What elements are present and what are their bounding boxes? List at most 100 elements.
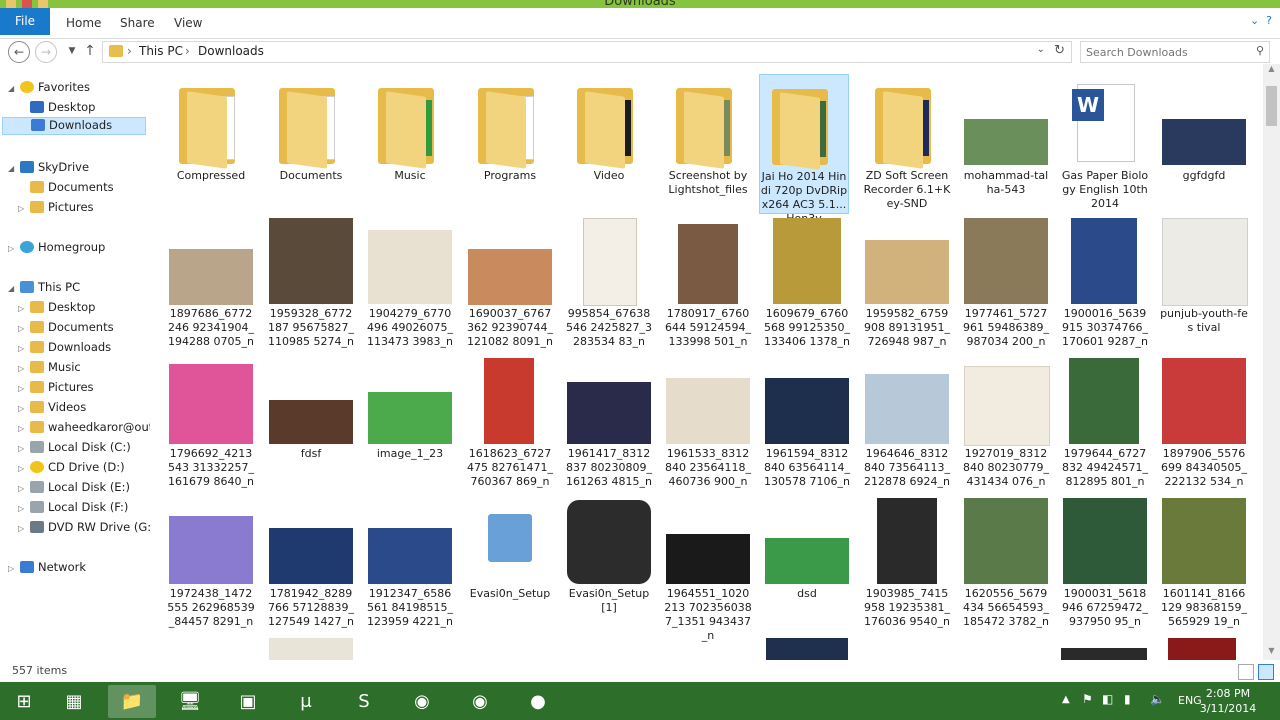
nav-item-pc-downloads[interactable]: ▷ Downloads bbox=[18, 340, 111, 358]
nav-group-skydrive[interactable]: ◢ SkyDrive bbox=[8, 160, 89, 178]
search-box[interactable]: ⚲ bbox=[1080, 41, 1270, 63]
nav-item-skydrive-documents[interactable]: Documents bbox=[18, 180, 114, 198]
remote-desktop-icon[interactable]: 🖥 bbox=[166, 685, 214, 718]
folder-music[interactable]: Music bbox=[366, 74, 454, 214]
file-evasi0n-setup[interactable]: Evasi0n_Setup bbox=[466, 494, 554, 634]
scroll-thumb[interactable] bbox=[1266, 86, 1277, 126]
image-file[interactable]: 1620556_5679434 56654593_185472 3782_n bbox=[962, 494, 1050, 634]
chrome-icon[interactable]: ◉ bbox=[398, 685, 446, 718]
image-file[interactable]: 1897906_5576699 84340505_222132 534_n bbox=[1160, 354, 1248, 494]
image-file[interactable]: 1904279_6770496 49026075_113473 3983_n bbox=[366, 214, 454, 354]
nav-group-this-pc[interactable]: ◢ This PC bbox=[8, 280, 80, 298]
large-icons-view-icon[interactable] bbox=[1258, 664, 1274, 680]
nav-item-pc-documents[interactable]: ▷ Documents bbox=[18, 320, 114, 338]
scroll-down-icon[interactable]: ▼ bbox=[1263, 646, 1280, 660]
image-file[interactable]: 1961533_8312840 23564118_460736 900_n bbox=[664, 354, 752, 494]
tab-share[interactable]: Share bbox=[112, 14, 163, 32]
image-file[interactable]: 1781942_8289766 57128839_127549 1427_n bbox=[267, 494, 355, 634]
image-file[interactable]: punjub-youth-fes tival bbox=[1160, 214, 1248, 354]
nav-item-pc-videos[interactable]: ▷ Videos bbox=[18, 400, 86, 418]
tab-view[interactable]: View bbox=[166, 14, 210, 32]
nav-item-dvd-drive-g[interactable]: ▷DVD RW Drive (G:) C bbox=[18, 520, 150, 538]
file-explorer-icon[interactable]: 📁 bbox=[108, 685, 156, 718]
image-file[interactable]: 1959328_6772187 95675827_110985 5274_n bbox=[267, 214, 355, 354]
image-mohammad-talha[interactable]: mohammad-talha-543 bbox=[962, 74, 1050, 214]
expand-chevron-icon[interactable]: ◢ bbox=[8, 84, 18, 93]
nav-item-cd-drive-d[interactable]: ▷ CD Drive (D:) bbox=[18, 460, 125, 478]
nav-item-pc-desktop[interactable]: ▷ Desktop bbox=[18, 300, 95, 318]
image-file[interactable]: 1959582_6759908 89131951_726948 987_n bbox=[863, 214, 951, 354]
breadcrumb-separator[interactable]: › bbox=[185, 44, 190, 58]
refresh-icon[interactable]: ↻ bbox=[1054, 43, 1065, 58]
nav-item-local-disk-f[interactable]: ▷ Local Disk (F:) bbox=[18, 500, 128, 518]
recent-locations-chevron-icon[interactable]: ▼ bbox=[62, 41, 82, 61]
search-input[interactable] bbox=[1086, 44, 1241, 60]
folder-documents[interactable]: Documents bbox=[267, 74, 355, 214]
image-file[interactable]: 1897686_6772246 92341904_194288 0705_n bbox=[167, 214, 255, 354]
image-file[interactable]: 1903985_7415958 19235381_176036 9540_n bbox=[863, 494, 951, 634]
scroll-up-icon[interactable]: ▲ bbox=[1263, 64, 1280, 78]
image-ggfdgfd[interactable]: ggfdgfd bbox=[1160, 74, 1248, 214]
nav-item-pc-music[interactable]: ▷ Music bbox=[18, 360, 81, 378]
back-button[interactable]: ← bbox=[8, 41, 30, 63]
expand-chevron-icon[interactable]: ◢ bbox=[8, 164, 18, 173]
address-dropdown-chevron-icon[interactable]: ⌄ bbox=[1037, 44, 1045, 55]
screen-recorder-icon[interactable]: ◉ bbox=[456, 685, 504, 718]
image-file[interactable]: 1780917_6760644 59124594_133998 501_n bbox=[664, 214, 752, 354]
help-icon[interactable]: ? bbox=[1266, 14, 1272, 27]
folder-zd-soft[interactable]: ZD Soft Screen Recorder 6.1+Key-SND bbox=[863, 74, 951, 214]
volume-icon[interactable]: 🔈 bbox=[1150, 692, 1165, 706]
image-file[interactable]: 1690037_6767362 92390744_121082 8091_n bbox=[466, 214, 554, 354]
tab-home[interactable]: Home bbox=[58, 14, 109, 32]
internet-download-manager-icon[interactable]: ● bbox=[514, 685, 562, 718]
image-file[interactable]: 1796692_4213543 31332257_161679 8640_n bbox=[167, 354, 255, 494]
nav-item-desktop[interactable]: Desktop bbox=[18, 100, 95, 118]
nav-group-network[interactable]: ▷ Network bbox=[8, 560, 86, 578]
flag-icon[interactable]: ⚑ bbox=[1082, 692, 1093, 706]
image-file[interactable]: 1618623_6727475 82761471_760367 869_n bbox=[466, 354, 554, 494]
document-gas-paper[interactable]: W Gas Paper Biology English 10th 2014 bbox=[1061, 74, 1149, 214]
show-hidden-icons-chevron-icon[interactable]: ▲ bbox=[1062, 694, 1070, 705]
ribbon-expand-chevron-icon[interactable]: ⌄ ? bbox=[1250, 14, 1272, 27]
image-file[interactable]: 1972438_1472555 262968539_84457 8291_n bbox=[167, 494, 255, 634]
vertical-scrollbar[interactable]: ▲ ▼ bbox=[1263, 64, 1280, 660]
skype-icon[interactable]: S bbox=[340, 685, 388, 718]
nav-group-homegroup[interactable]: ▷ Homegroup bbox=[8, 240, 105, 258]
utorrent-icon[interactable]: μ bbox=[282, 685, 330, 718]
start-windows-icon[interactable]: ⊞ bbox=[2, 685, 46, 718]
address-field[interactable]: › This PC › Downloads ⌄ ↻ bbox=[102, 41, 1072, 63]
image-file[interactable]: 1601141_8166129 98368159_565929 19_n bbox=[1160, 494, 1248, 634]
forward-button[interactable]: → bbox=[35, 41, 57, 63]
tab-file[interactable]: File bbox=[0, 8, 50, 35]
paint-icon[interactable]: ▣ bbox=[224, 685, 272, 718]
image-file[interactable]: 1961594_8312840 63564114_130578 7106_n bbox=[763, 354, 851, 494]
image-file[interactable]: 1961417_8312837 80230809_161263 4815_n bbox=[565, 354, 653, 494]
image-file[interactable]: 1964551_1020213 7023560387_1351 943437_n bbox=[664, 494, 752, 642]
image-file[interactable]: 1900016_5639915 30374766_170601 9287_n bbox=[1061, 214, 1149, 354]
image-file[interactable]: 995854_67638546 2425827_3283534 83_n bbox=[565, 214, 653, 354]
folder-screenshot-lightshot[interactable]: Screenshot by Lightshot_files bbox=[664, 74, 752, 214]
nav-item-local-disk-e[interactable]: ▷ Local Disk (E:) bbox=[18, 480, 130, 498]
image-file[interactable]: fdsf bbox=[267, 354, 355, 494]
nav-item-local-disk-c[interactable]: ▷ Local Disk (C:) bbox=[18, 440, 131, 458]
folder-video[interactable]: Video bbox=[565, 74, 653, 214]
image-file[interactable]: image_1_23 bbox=[366, 354, 454, 494]
breadcrumb-separator[interactable]: › bbox=[127, 44, 132, 58]
up-arrow-icon[interactable]: ↑ bbox=[80, 41, 100, 61]
folder-programs[interactable]: Programs bbox=[466, 74, 554, 214]
file-evasi0n-setup-1[interactable]: Evasi0n_Setup [1] bbox=[565, 494, 653, 634]
nav-item-pc-user-folder[interactable]: ▷waheedkaror@outlo bbox=[18, 420, 150, 438]
folder-compressed[interactable]: Compressed bbox=[167, 74, 255, 214]
nav-item-skydrive-pictures[interactable]: ▷ Pictures bbox=[18, 200, 94, 218]
image-file[interactable]: 1912347_6586561 84198515_123959 4221_n bbox=[366, 494, 454, 634]
expand-chevron-icon[interactable]: ◢ bbox=[8, 284, 18, 293]
image-file[interactable]: 1900031_5618946 67259472_937950 95_n bbox=[1061, 494, 1149, 634]
calculator-icon[interactable]: ▦ bbox=[50, 685, 98, 718]
breadcrumb-this-pc[interactable]: This PC bbox=[139, 44, 183, 58]
details-view-icon[interactable] bbox=[1238, 664, 1254, 680]
network-icon[interactable]: ◧ bbox=[1102, 692, 1113, 706]
image-file[interactable]: 1979644_6727832 49424571_812895 801_n bbox=[1061, 354, 1149, 494]
power-icon[interactable]: ▮ bbox=[1124, 692, 1131, 706]
nav-item-downloads[interactable]: Downloads bbox=[2, 117, 146, 135]
folder-jai-ho[interactable]: Jai Ho 2014 Hindi 720p DvDRip x264 AC3 5… bbox=[759, 74, 849, 225]
